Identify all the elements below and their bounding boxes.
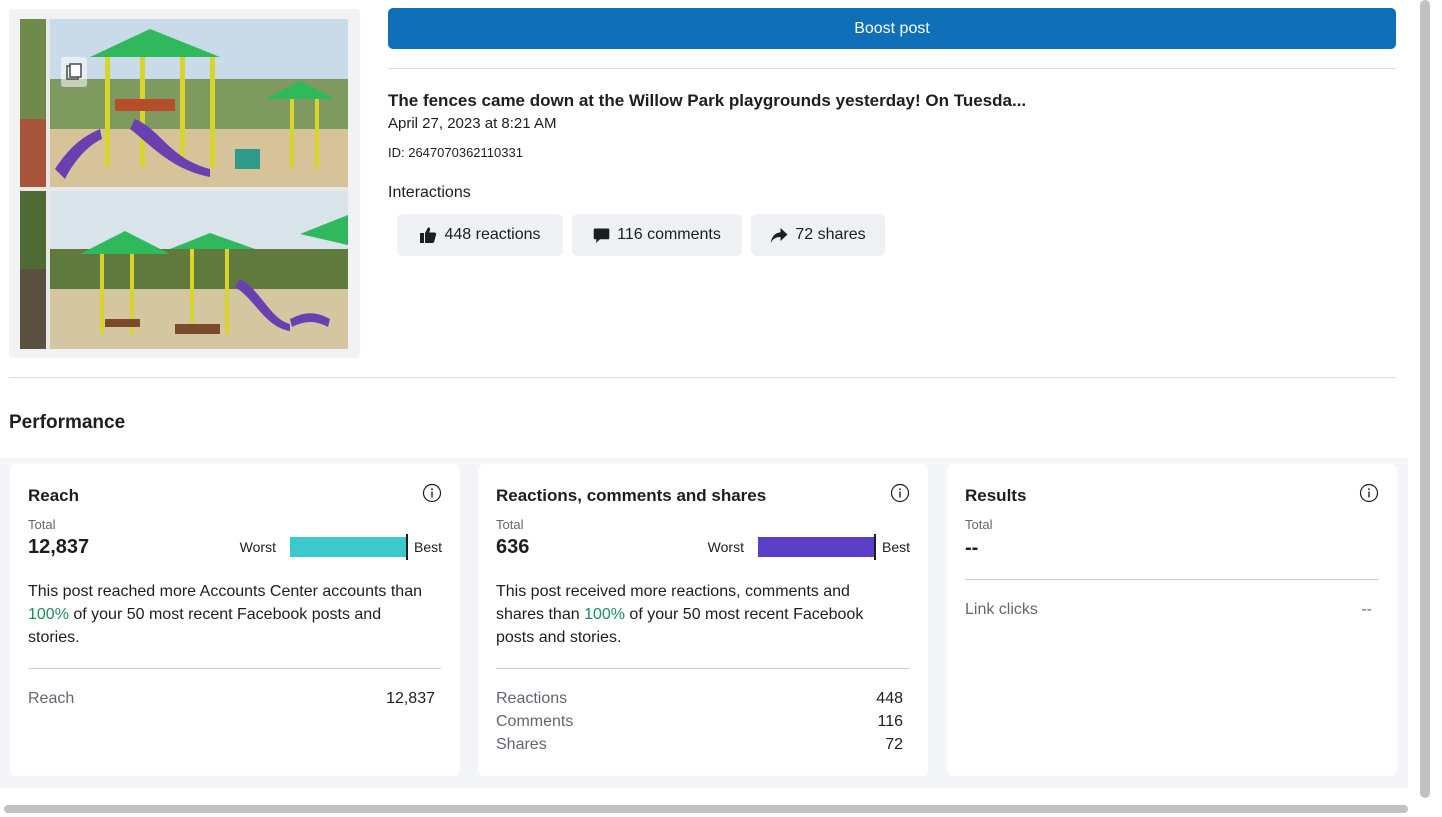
card-title: Results — [965, 486, 1027, 505]
benchmark-worst-label: Worst — [239, 539, 276, 555]
benchmark-best-label: Best — [413, 539, 442, 555]
divider — [9, 377, 1396, 378]
total-label: Total — [965, 517, 993, 532]
interactions-heading: Interactions — [388, 184, 471, 201]
metric-label: Reactions — [496, 690, 568, 707]
reactions-chip[interactable]: 448 reactions — [397, 214, 563, 256]
vertical-scrollbar-thumb[interactable] — [1420, 0, 1430, 798]
info-icon[interactable] — [422, 483, 442, 503]
metric-label: Comments — [496, 713, 574, 730]
benchmark-best-label: Best — [881, 539, 910, 555]
gallery-icon — [61, 57, 87, 87]
info-icon[interactable] — [1359, 483, 1379, 503]
rcs-description: This post received more reactions, comme… — [496, 580, 896, 649]
total-value: 12,837 — [28, 536, 90, 558]
benchmark-worst-label: Worst — [707, 539, 744, 555]
comments-chip[interactable]: 116 comments — [572, 214, 742, 256]
reactions-chip-label: 448 reactions — [444, 226, 541, 243]
info-icon[interactable] — [890, 483, 910, 503]
metric-value: 448 — [876, 690, 903, 707]
metric-value: -- — [1361, 601, 1372, 618]
divider — [496, 668, 909, 669]
divider — [28, 668, 441, 669]
card-title: Reach — [28, 486, 80, 505]
reach-description: This post reached more Accounts Center a… — [28, 580, 428, 649]
description-text: of your 50 most recent Facebook posts an… — [28, 606, 382, 646]
total-label: Total — [28, 517, 56, 532]
post-thumbnail-frame — [9, 9, 360, 358]
benchmark-marker — [405, 534, 408, 560]
horizontal-scrollbar[interactable] — [0, 800, 1416, 817]
description-text: This post reached more Accounts Center a… — [28, 583, 422, 600]
metric-value: 12,837 — [386, 690, 435, 707]
comments-chip-label: 116 comments — [617, 226, 721, 243]
post-insights-page: Boost post The fences came down at the W… — [0, 0, 1416, 800]
benchmark-track — [757, 534, 876, 560]
vertical-scrollbar[interactable] — [1416, 0, 1442, 817]
metric-row: Shares 72 — [496, 736, 903, 754]
divider — [965, 579, 1378, 580]
metric-value: 116 — [877, 713, 903, 730]
comment-icon — [593, 227, 610, 244]
metric-row: Reach 12,837 — [28, 690, 435, 708]
boost-post-button[interactable]: Boost post — [388, 8, 1396, 49]
benchmark-track — [289, 534, 408, 560]
results-card: Results Total -- Link clicks -- — [947, 464, 1397, 776]
metric-label: Link clicks — [965, 601, 1038, 618]
percentile-highlight: 100% — [584, 606, 625, 623]
post-id: ID: 2647070362110331 — [388, 145, 523, 160]
horizontal-scrollbar-thumb[interactable] — [4, 805, 1408, 813]
post-date: April 27, 2023 at 8:21 AM — [388, 115, 557, 132]
metric-label: Reach — [28, 690, 75, 707]
benchmark-marker — [873, 534, 876, 560]
metric-value: 72 — [885, 736, 903, 753]
card-title: Reactions, comments and shares — [496, 486, 767, 505]
share-arrow-icon — [770, 227, 788, 244]
shares-chip[interactable]: 72 shares — [751, 214, 885, 256]
benchmark-fill — [757, 537, 876, 557]
total-label: Total — [496, 517, 524, 532]
shares-chip-label: 72 shares — [795, 226, 866, 243]
metric-label: Shares — [496, 736, 547, 753]
reach-card: Reach Total 12,837 Worst Best This post … — [10, 464, 460, 776]
total-value: 636 — [496, 536, 530, 558]
thumbs-up-icon — [419, 226, 437, 244]
metric-row: Link clicks -- — [965, 601, 1372, 619]
total-value: -- — [965, 537, 979, 559]
post-title[interactable]: The fences came down at the Willow Park … — [388, 91, 1026, 111]
benchmark-fill — [289, 537, 408, 557]
reactions-comments-shares-card: Reactions, comments and shares Total 636… — [478, 464, 928, 776]
divider — [388, 68, 1396, 69]
benchmark-bar: Worst Best — [707, 534, 910, 560]
performance-heading: Performance — [9, 412, 126, 433]
percentile-highlight: 100% — [28, 606, 69, 623]
metric-row: Reactions 448 — [496, 690, 903, 708]
benchmark-bar: Worst Best — [239, 534, 442, 560]
metric-row: Comments 116 — [496, 713, 903, 731]
